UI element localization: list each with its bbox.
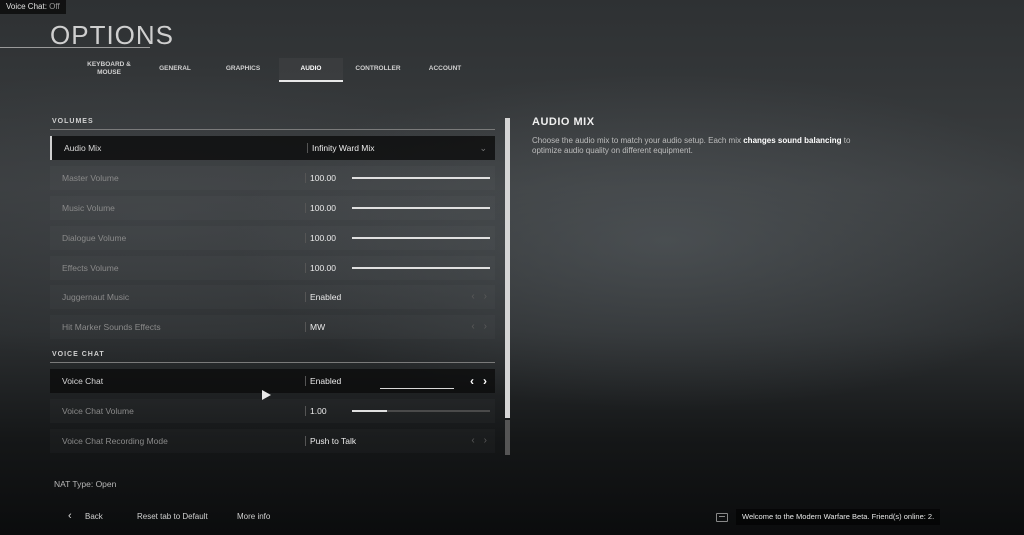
chevron-right-icon[interactable]: ›: [484, 435, 487, 446]
option-arrows: ‹ ›: [462, 429, 487, 453]
effects-volume-row[interactable]: Effects Volume 100.00: [50, 256, 495, 280]
chevron-right-icon[interactable]: ›: [483, 374, 487, 388]
slider-fill: [352, 177, 490, 179]
voice-chat-volume-slider[interactable]: [352, 410, 490, 412]
audio-mix-value: Infinity Ward Mix: [312, 143, 375, 153]
info-panel-title: AUDIO MIX: [532, 116, 595, 128]
juggernaut-music-label: Juggernaut Music: [62, 292, 130, 302]
volumes-divider: [50, 129, 495, 130]
dropdown-icon[interactable]: ⌄: [479, 136, 487, 160]
chevron-left-icon[interactable]: ‹: [471, 321, 474, 332]
voice-chat-label: Voice Chat: [62, 376, 104, 386]
option-arrows: ‹ ›: [462, 315, 487, 339]
settings-scrollbar-thumb[interactable]: [505, 118, 510, 418]
nat-type: NAT Type: Open: [54, 479, 117, 489]
row-separator: [305, 233, 306, 243]
hit-marker-row[interactable]: Hit Marker Sounds Effects MW ‹ ›: [50, 315, 495, 339]
row-separator: [305, 173, 306, 183]
info-desc-bold: balancing: [804, 136, 842, 145]
reset-tab-button[interactable]: Reset tab to Default: [137, 512, 208, 521]
dialogue-volume-value: 100.00: [310, 233, 336, 243]
row-separator: [305, 406, 306, 416]
settings-scrollbar-track[interactable]: [505, 420, 510, 455]
effects-volume-slider[interactable]: [352, 267, 490, 269]
voice-chat-volume-row[interactable]: Voice Chat Volume 1.00: [50, 399, 495, 423]
chevron-left-icon[interactable]: ‹: [471, 435, 474, 446]
effects-volume-label: Effects Volume: [62, 263, 119, 273]
music-volume-value: 100.00: [310, 203, 336, 213]
row-separator: [305, 292, 306, 302]
master-volume-slider[interactable]: [352, 177, 490, 179]
master-volume-value: 100.00: [310, 173, 336, 183]
slider-fill: [352, 267, 490, 269]
chevron-left-icon[interactable]: ‹: [470, 374, 474, 388]
recording-mode-row[interactable]: Voice Chat Recording Mode Push to Talk ‹…: [50, 429, 495, 453]
slider-fill: [352, 207, 490, 209]
tab-account[interactable]: ACCOUNT: [416, 58, 474, 80]
music-volume-row[interactable]: Music Volume 100.00: [50, 196, 495, 220]
chevron-right-icon[interactable]: ›: [484, 291, 487, 302]
volumes-heading: VOLUMES: [52, 118, 94, 125]
music-volume-label: Music Volume: [62, 203, 115, 213]
music-volume-slider[interactable]: [352, 207, 490, 209]
more-info-button[interactable]: More info: [237, 512, 270, 521]
recording-mode-value: Push to Talk: [310, 436, 357, 446]
info-desc-bold: changes sound: [743, 136, 802, 145]
row-separator: [305, 376, 306, 386]
info-panel-description: Choose the audio mix to match your audio…: [532, 136, 872, 156]
voice-chat-status-label: Voice Chat:: [6, 2, 47, 11]
back-button[interactable]: Back: [85, 512, 103, 521]
audio-mix-label: Audio Mix: [64, 143, 102, 153]
friends-icon[interactable]: [716, 513, 728, 522]
tab-audio[interactable]: AUDIO: [279, 58, 343, 82]
mouse-cursor-icon: [262, 390, 271, 400]
hit-marker-label: Hit Marker Sounds Effects: [62, 322, 161, 332]
chevron-right-icon[interactable]: ›: [484, 321, 487, 332]
effects-volume-value: 100.00: [310, 263, 336, 273]
dialogue-volume-slider[interactable]: [352, 237, 490, 239]
option-arrows: ‹ ›: [461, 369, 487, 393]
master-volume-label: Master Volume: [62, 173, 119, 183]
option-arrows: ‹ ›: [462, 285, 487, 309]
dialogue-volume-label: Dialogue Volume: [62, 233, 127, 243]
row-separator: [305, 322, 306, 332]
juggernaut-music-row[interactable]: Juggernaut Music Enabled ‹ ›: [50, 285, 495, 309]
info-desc-part: Choose the audio mix to match your audio…: [532, 136, 744, 145]
hit-marker-value: MW: [310, 322, 326, 332]
row-separator: [305, 436, 306, 446]
voice-chat-value: Enabled: [310, 376, 342, 386]
tab-general[interactable]: GENERAL: [146, 58, 204, 80]
row-separator: [307, 143, 308, 153]
audio-mix-row[interactable]: Audio Mix Infinity Ward Mix ⌄: [50, 136, 495, 160]
tab-controller[interactable]: CONTROLLER: [348, 58, 408, 80]
voice-chat-heading: VOICE CHAT: [52, 351, 105, 358]
welcome-message: Welcome to the Modern Warfare Beta. Frie…: [736, 509, 941, 525]
master-volume-row[interactable]: Master Volume 100.00: [50, 166, 495, 190]
voice-chat-volume-value: 1.00: [310, 406, 327, 416]
title-underline: [0, 47, 150, 48]
tab-keyboard-mouse[interactable]: KEYBOARD & MOUSE: [76, 58, 142, 80]
voice-chat-volume-label: Voice Chat Volume: [62, 406, 134, 416]
recording-mode-label: Voice Chat Recording Mode: [62, 436, 168, 446]
juggernaut-music-value: Enabled: [310, 292, 342, 302]
tab-graphics[interactable]: GRAPHICS: [214, 58, 272, 80]
back-chevron-icon: ‹: [68, 510, 72, 522]
row-separator: [305, 263, 306, 273]
slider-fill: [352, 237, 490, 239]
underline-fill: [380, 388, 454, 389]
voice-chat-status-value: Off: [49, 2, 60, 11]
voice-chat-underline: [380, 388, 454, 389]
chevron-left-icon[interactable]: ‹: [471, 291, 474, 302]
voice-chat-row[interactable]: Voice Chat Enabled ‹ ›: [50, 369, 495, 393]
row-separator: [305, 203, 306, 213]
slider-fill: [352, 410, 387, 412]
dialogue-volume-row[interactable]: Dialogue Volume 100.00: [50, 226, 495, 250]
voice-chat-divider: [50, 362, 495, 363]
voice-chat-status: Voice Chat: Off: [0, 0, 66, 14]
